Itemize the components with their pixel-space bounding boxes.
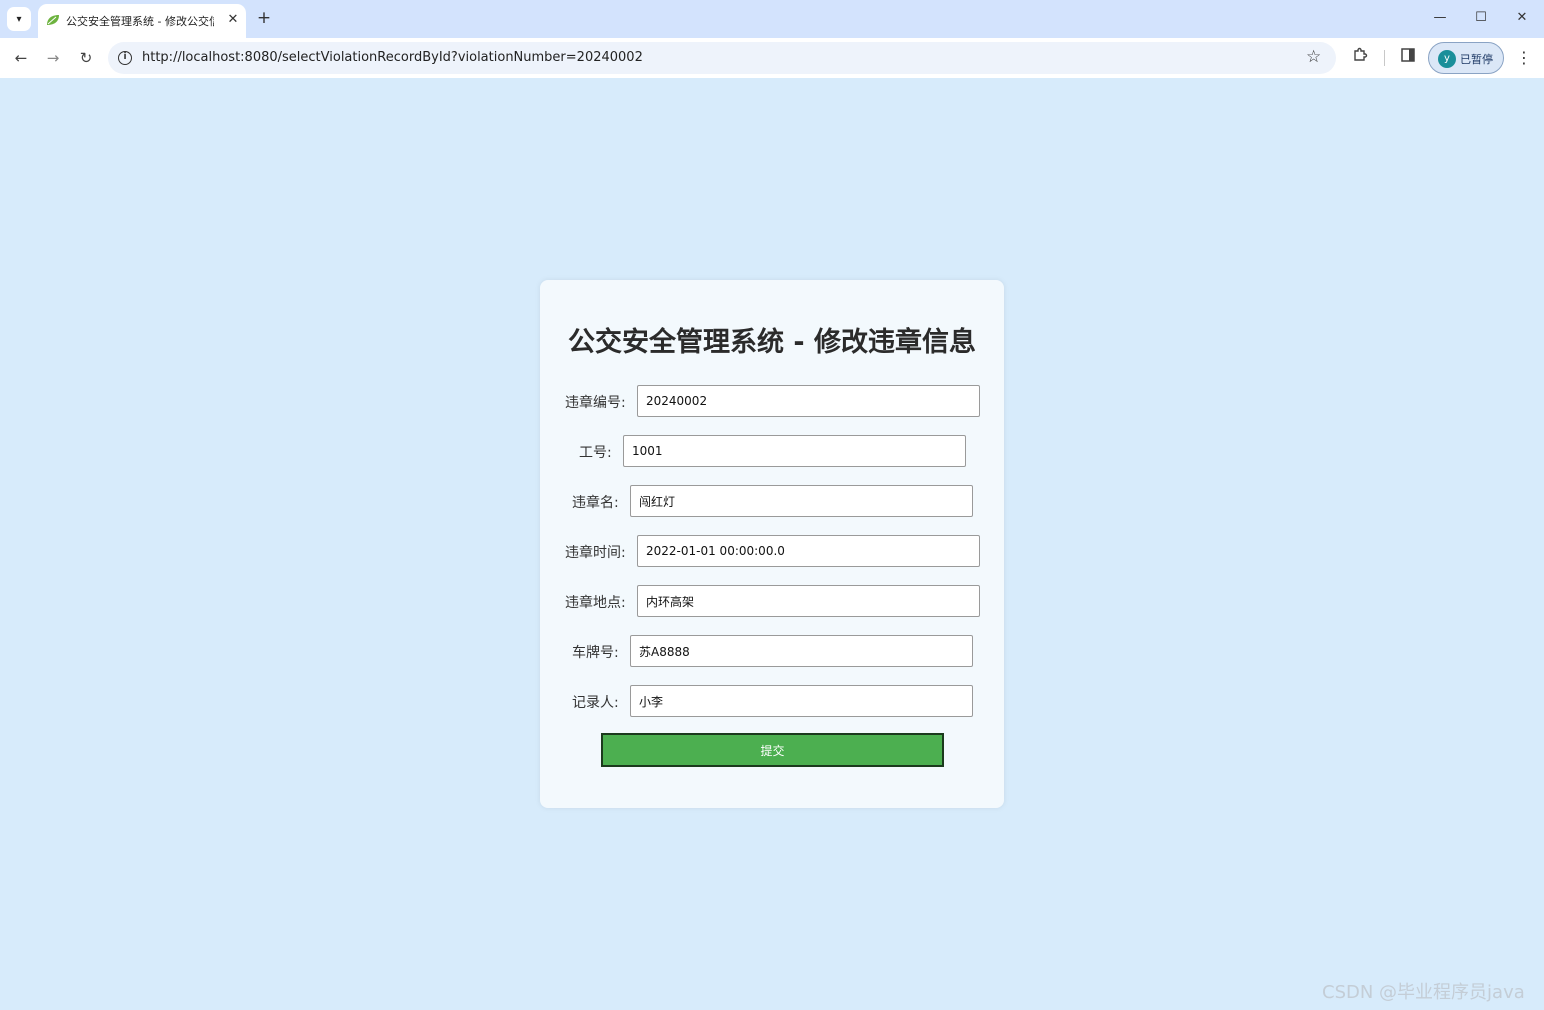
profile-status-label: 已暂停: [1460, 53, 1493, 66]
forward-arrow-icon[interactable]: →: [41, 46, 65, 70]
edit-violation-form-card: 公交安全管理系统 - 修改违章信息 违章编号: 工号: 违章名: 违章时间: 违…: [540, 280, 1004, 808]
url-text[interactable]: http://localhost:8080/selectViolationRec…: [142, 50, 643, 65]
info-icon[interactable]: i: [118, 51, 132, 65]
employee-id-input[interactable]: [623, 435, 966, 467]
form-row-violation-name: 违章名:: [540, 485, 1004, 517]
form-row-license-plate: 车牌号:: [540, 635, 1004, 667]
side-panel-icon[interactable]: [1396, 46, 1420, 70]
recorder-input[interactable]: [630, 685, 973, 717]
close-icon[interactable]: ✕: [1508, 6, 1536, 30]
form-row-recorder: 记录人:: [540, 685, 1004, 717]
form-row-violation-time: 违章时间:: [540, 535, 1004, 567]
violation-number-label: 违章编号:: [565, 395, 626, 411]
form-row-violation-number: 违章编号:: [540, 385, 1004, 417]
page-viewport: 公交安全管理系统 - 修改违章信息 违章编号: 工号: 违章名: 违章时间: 违…: [0, 78, 1544, 1010]
csdn-watermark: CSDN @毕业程序员java: [1322, 982, 1525, 1003]
browser-tab-active[interactable]: 公交安全管理系统 - 修改公交信 ✕: [38, 4, 246, 38]
tab-search-button[interactable]: ▾: [7, 7, 31, 31]
violation-location-label: 违章地点:: [565, 595, 626, 611]
tab-title: 公交安全管理系统 - 修改公交信: [66, 15, 214, 28]
puzzle-icon[interactable]: [1348, 46, 1372, 70]
toolbar-separator: [1384, 50, 1385, 66]
spring-leaf-icon: [47, 15, 59, 25]
violation-time-input[interactable]: [637, 535, 980, 567]
tab-close-icon[interactable]: ✕: [224, 11, 242, 29]
page-title: 公交安全管理系统 - 修改违章信息: [567, 327, 976, 358]
new-tab-button[interactable]: +: [254, 8, 274, 28]
form-row-employee-id: 工号:: [540, 435, 1004, 467]
address-bar[interactable]: i http://localhost:8080/selectViolationR…: [108, 42, 1336, 74]
browser-tab-strip: ▾ 公交安全管理系统 - 修改公交信 ✕ + — ☐ ✕: [0, 0, 1544, 38]
side-panel-shape: [1401, 48, 1415, 62]
violation-location-input[interactable]: [637, 585, 980, 617]
menu-dots-icon[interactable]: ⋮: [1514, 46, 1534, 70]
puzzle-shape: [1354, 47, 1368, 61]
license-plate-input[interactable]: [630, 635, 973, 667]
submit-button[interactable]: 提交: [601, 733, 944, 767]
violation-name-input[interactable]: [630, 485, 973, 517]
reload-icon[interactable]: ↻: [74, 46, 98, 70]
form-row-violation-location: 违章地点:: [540, 585, 1004, 617]
violation-name-label: 违章名:: [572, 495, 619, 511]
violation-time-label: 违章时间:: [565, 545, 626, 561]
avatar: y: [1438, 50, 1456, 68]
license-plate-label: 车牌号:: [572, 645, 619, 661]
chevron-down-icon: ▾: [16, 13, 22, 25]
maximize-icon[interactable]: ☐: [1467, 6, 1495, 30]
minimize-icon[interactable]: —: [1426, 6, 1454, 30]
profile-button[interactable]: y 已暂停: [1428, 42, 1504, 74]
employee-id-label: 工号:: [579, 445, 612, 461]
browser-toolbar: ← → ↻ i http://localhost:8080/selectViol…: [0, 38, 1544, 78]
star-icon[interactable]: ☆: [1306, 47, 1321, 67]
back-arrow-icon[interactable]: ←: [9, 46, 33, 70]
recorder-label: 记录人:: [572, 695, 619, 711]
violation-number-input[interactable]: [637, 385, 980, 417]
